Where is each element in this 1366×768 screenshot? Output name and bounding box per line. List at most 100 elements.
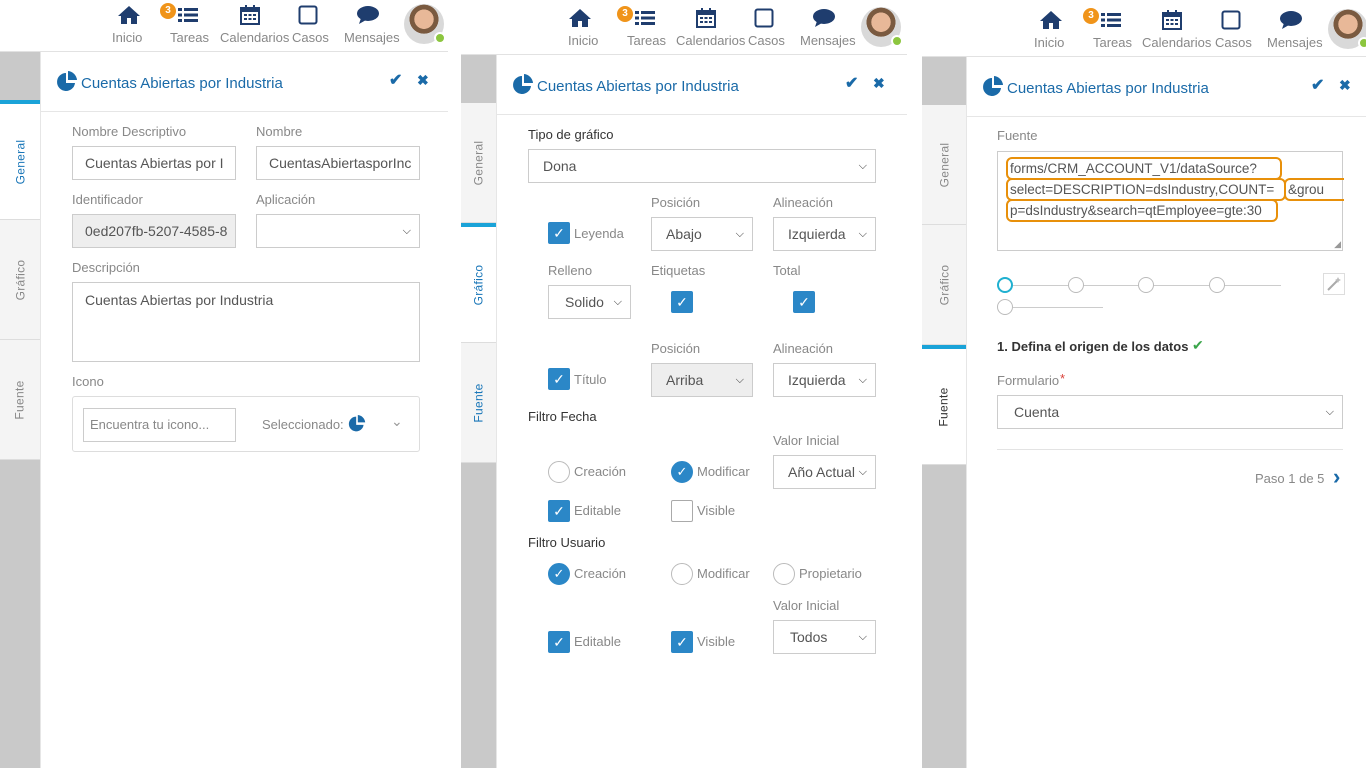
tareas-badge: 3: [617, 6, 633, 22]
panel-fuente: Inicio 3 Tareas Calendarios Casos Mensaj…: [922, 0, 1366, 768]
confirm-button[interactable]: ✔: [1311, 75, 1324, 95]
icono-search-input[interactable]: Encuentra tu icono...: [83, 408, 236, 442]
nav-mensajes[interactable]: Mensajes: [1267, 9, 1323, 50]
nav-calendarios[interactable]: Calendarios: [676, 7, 745, 48]
divider: [997, 449, 1343, 450]
fecha-creacion-radio[interactable]: [548, 461, 570, 483]
leyenda-posicion-select[interactable]: Abajo ⌵: [651, 217, 753, 251]
formulario-label: Formulario: [997, 373, 1060, 388]
step-2[interactable]: [1068, 277, 1084, 293]
close-button[interactable]: ✖: [1339, 77, 1351, 94]
online-status-icon: [891, 35, 903, 47]
user-avatar[interactable]: [1328, 9, 1366, 49]
user-avatar[interactable]: [404, 4, 446, 44]
filtro-fecha-label: Filtro Fecha: [528, 409, 597, 424]
confirm-button[interactable]: ✔: [389, 70, 402, 90]
required-marker: *: [1060, 371, 1066, 386]
nav-tareas[interactable]: 3 Tareas: [1083, 8, 1132, 50]
nav-inicio[interactable]: Inicio: [112, 4, 146, 45]
tab-general[interactable]: General: [922, 105, 966, 225]
dialog: Cuentas Abiertas por Industria ✔ ✖ Fuent…: [966, 57, 1366, 768]
fecha-modificar-radio[interactable]: ✓: [671, 461, 693, 483]
nav-casos[interactable]: Casos: [292, 4, 329, 45]
aplicacion-select[interactable]: ⌵: [256, 214, 420, 248]
chevron-down-icon[interactable]: ⌄: [391, 413, 403, 430]
nombre-descriptivo-input[interactable]: Cuentas Abiertas por I: [72, 146, 236, 180]
titulo-alineacion-select[interactable]: Izquierda ⌵: [773, 363, 876, 397]
resize-handle-icon[interactable]: ◢: [1334, 239, 1341, 250]
usuario-valor-select[interactable]: Todos ⌵: [773, 620, 876, 654]
valor-inicial-usuario-label: Valor Inicial: [773, 598, 840, 613]
close-button[interactable]: ✖: [417, 72, 429, 89]
tab-grafico[interactable]: Gráfico: [922, 225, 966, 345]
usuario-propietario-radio[interactable]: [773, 563, 795, 585]
alineacion-titulo-label: Alineación: [773, 341, 833, 356]
leyenda-alineacion-select[interactable]: Izquierda ⌵: [773, 217, 876, 251]
tab-fuente[interactable]: Fuente: [0, 340, 40, 460]
identificador-input: 0ed207fb-5207-4585-8: [72, 214, 236, 248]
titulo-checkbox[interactable]: ✓: [548, 368, 570, 390]
step-4[interactable]: [1209, 277, 1225, 293]
fuente-textarea[interactable]: forms/CRM_ACCOUNT_V1/dataSource? select=…: [997, 151, 1344, 251]
etiquetas-label: Etiquetas: [651, 263, 706, 278]
nav-tareas[interactable]: 3 Tareas: [617, 6, 666, 48]
nombre-input[interactable]: CuentasAbiertasporInc: [256, 146, 420, 180]
step-3[interactable]: [1138, 277, 1154, 293]
nav-calendarios[interactable]: Calendarios: [220, 4, 289, 45]
usuario-editable-checkbox[interactable]: ✓: [548, 631, 570, 653]
close-button[interactable]: ✖: [873, 75, 885, 92]
fecha-creacion-label: Creación: [574, 464, 627, 479]
nav-inicio[interactable]: Inicio: [568, 7, 598, 48]
wizard-button[interactable]: [1323, 273, 1345, 295]
etiquetas-checkbox[interactable]: ✓: [671, 291, 693, 313]
leyenda-checkbox[interactable]: ✓: [548, 222, 570, 244]
fecha-valor-select[interactable]: Año Actual ⌵: [773, 455, 876, 489]
home-icon: [569, 9, 591, 27]
tab-grafico[interactable]: Gráfico: [0, 220, 40, 340]
chevron-down-icon: ⌵: [1325, 406, 1334, 418]
usuario-modificar-radio[interactable]: [671, 563, 693, 585]
step-5[interactable]: [997, 299, 1013, 315]
titulo-label: Título: [574, 372, 607, 387]
tab-fuente[interactable]: Fuente: [461, 343, 496, 463]
fecha-editable-checkbox[interactable]: ✓: [548, 500, 570, 522]
fecha-editable-label: Editable: [574, 503, 621, 518]
usuario-visible-checkbox[interactable]: ✓: [671, 631, 693, 653]
step-1[interactable]: [997, 277, 1013, 293]
usuario-visible-label: Visible: [697, 634, 736, 649]
tab-grafico[interactable]: Gráfico: [461, 223, 496, 343]
descripcion-textarea[interactable]: Cuentas Abiertas por Industria: [72, 282, 420, 362]
nav-inicio[interactable]: Inicio: [1034, 9, 1068, 50]
tab-general[interactable]: General: [0, 100, 40, 220]
nav-mensajes[interactable]: Mensajes: [800, 7, 856, 48]
tasks-icon: [1101, 13, 1121, 27]
chevron-down-icon: ⌵: [735, 374, 744, 386]
step-title: 1. Defina el origen de los datos: [997, 339, 1189, 354]
nav-mensajes[interactable]: Mensajes: [344, 4, 400, 45]
nav-casos[interactable]: Casos: [748, 7, 785, 48]
message-icon: [813, 9, 835, 27]
confirm-button[interactable]: ✔: [845, 73, 858, 93]
fecha-visible-checkbox[interactable]: [671, 500, 693, 522]
nav-calendarios[interactable]: Calendarios: [1142, 9, 1211, 50]
dialog-header: Cuentas Abiertas por Industria ✔ ✖: [41, 52, 448, 112]
selected-pie-icon: [348, 415, 366, 432]
relleno-select[interactable]: Solido ⌵: [548, 285, 631, 319]
formulario-select[interactable]: Cuenta ⌵: [997, 395, 1343, 429]
tipo-grafico-select[interactable]: Dona ⌵: [528, 149, 876, 183]
tab-general[interactable]: General: [461, 103, 496, 223]
calendar-icon: [696, 8, 716, 28]
total-checkbox[interactable]: ✓: [793, 291, 815, 313]
fecha-visible-label: Visible: [697, 503, 736, 518]
nav-casos[interactable]: Casos: [1215, 9, 1252, 50]
tipo-grafico-label: Tipo de gráfico: [528, 127, 614, 142]
tasks-icon: [635, 11, 655, 25]
icono-box: Encuentra tu icono... Seleccionado: ⌄: [72, 396, 420, 452]
next-step-button[interactable]: ›: [1333, 464, 1340, 490]
user-avatar[interactable]: [861, 7, 903, 47]
tab-fuente[interactable]: Fuente: [922, 345, 966, 465]
panel-grafico: Inicio 3 Tareas Calendarios Casos Mensaj…: [461, 0, 907, 768]
alineacion-label: Alineación: [773, 195, 833, 210]
nav-tareas[interactable]: 3 Tareas: [160, 3, 209, 45]
usuario-creacion-radio[interactable]: ✓: [548, 563, 570, 585]
